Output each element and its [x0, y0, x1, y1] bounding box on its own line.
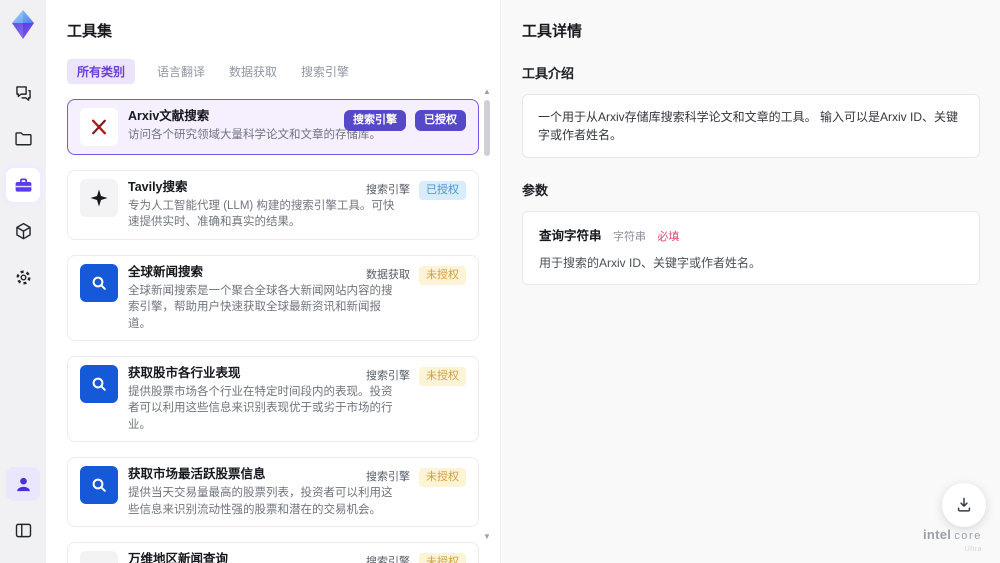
status-badge: 未授权: [419, 553, 466, 563]
tool-card-regional-news[interactable]: 万维地区新闻查询 查询具体行政区划内的新闻，快速了解各地新闻动态 搜索引擎 未授…: [67, 542, 479, 563]
intro-heading: 工具介绍: [522, 66, 575, 81]
tool-list-panel: 工具集 所有类别 语言翻译 数据获取 搜索引擎 Arxiv文献搜索 访问各个研究…: [46, 0, 501, 563]
package-icon: [15, 222, 31, 239]
param-name: 查询字符串: [539, 229, 602, 243]
tab-search-engine[interactable]: 搜索引擎: [299, 59, 351, 84]
tool-card-tavily[interactable]: Tavily搜索 专为人工智能代理 (LLM) 构建的搜索引擎工具。可快速提供实…: [67, 170, 479, 240]
folder-icon: [14, 131, 32, 145]
tool-card-sector-performance[interactable]: 获取股市各行业表现 提供股票市场各个行业在特定时间段内的表现。投资者可以利用这些…: [67, 356, 479, 443]
app-logo: [12, 10, 34, 39]
tool-name: 万维地区新闻查询: [128, 552, 229, 563]
sidebar-item-chat[interactable]: [6, 76, 40, 110]
tool-intro-text: 一个用于从Arxiv存储库搜索科学论文和文章的工具。 输入可以是Arxiv ID…: [522, 94, 980, 158]
tavily-star-icon: [80, 179, 118, 217]
blue-search-icon: [80, 365, 118, 404]
status-badge: 已授权: [415, 110, 466, 131]
category-label: 搜索引擎: [366, 471, 410, 484]
tool-detail-panel: 工具详情 工具介绍 一个用于从Arxiv存储库搜索科学论文和文章的工具。 输入可…: [502, 0, 1000, 563]
tool-description: 全球新闻搜索是一个聚合全球各大新闻网站内容的搜索引擎，帮助用户快速获取全球最新资…: [128, 284, 393, 330]
sidebar-item-files[interactable]: [6, 122, 40, 156]
sidebar-item-settings[interactable]: [6, 260, 40, 294]
panel-toggle-icon: [15, 523, 31, 537]
sidebar-rail: [0, 0, 46, 563]
detail-title: 工具详情: [522, 23, 583, 40]
category-label: 数据获取: [366, 268, 410, 281]
tool-card-arxiv[interactable]: Arxiv文献搜索 访问各个研究领域大量科学论文和文章的存储库。 搜索引擎 已授…: [67, 99, 479, 155]
tool-card-list: Arxiv文献搜索 访问各个研究领域大量科学论文和文章的存储库。 搜索引擎 已授…: [67, 99, 479, 563]
category-tabs: 所有类别 语言翻译 数据获取 搜索引擎: [67, 59, 500, 84]
param-required-flag: 必填: [657, 231, 680, 243]
download-button[interactable]: [942, 483, 986, 527]
status-badge: 未授权: [419, 367, 466, 387]
param-type: 字符串: [612, 231, 646, 243]
blue-search-icon: [80, 466, 118, 505]
params-heading: 参数: [522, 183, 549, 198]
list-scrollbar[interactable]: ▲ ▼: [482, 88, 492, 559]
blue-search-icon: [80, 263, 118, 302]
tab-language-translation[interactable]: 语言翻译: [155, 59, 207, 84]
sidebar-item-account[interactable]: [6, 467, 40, 501]
chat-icon: [15, 85, 31, 101]
status-badge: 已授权: [419, 181, 466, 200]
parameter-card: 查询字符串 字符串 必填 用于搜索的Arxiv ID、关键字或作者姓名。: [522, 211, 980, 285]
user-icon: [16, 477, 30, 491]
intel-core-logo: intel core Ultra: [922, 527, 982, 553]
scroll-up-icon[interactable]: ▲: [483, 88, 491, 96]
status-badge: 未授权: [419, 265, 466, 285]
tool-description: 专为人工智能代理 (LLM) 构建的搜索引擎工具。可快速提供实时、准确和真实的结…: [128, 200, 395, 229]
tab-data-fetch[interactable]: 数据获取: [227, 59, 279, 84]
tool-name: 全球新闻搜索: [128, 264, 204, 279]
download-icon: [957, 497, 971, 512]
arxiv-logo-icon: [80, 108, 118, 146]
tool-description: 提供股票市场各个行业在特定时间段内的表现。投资者可以利用这些信息来识别表现优于或…: [128, 386, 393, 431]
category-label: 搜索引擎: [366, 184, 410, 196]
scroll-down-icon[interactable]: ▼: [483, 533, 491, 541]
status-badge: 未授权: [419, 468, 466, 488]
tool-description: 提供当天交易量最高的股票列表，投资者可以利用这些信息来识别流动性强的股票和潜在的…: [128, 487, 393, 516]
app-window: 工具集 所有类别 语言翻译 数据获取 搜索引擎 Arxiv文献搜索 访问各个研究…: [0, 0, 1000, 563]
category-label: 搜索引擎: [366, 556, 410, 563]
toolbox-icon: [15, 178, 31, 192]
sidebar-item-tools[interactable]: [6, 168, 40, 202]
tool-card-most-active-stocks[interactable]: 获取市场最活跃股票信息 提供当天交易量最高的股票列表，投资者可以利用这些信息来识…: [67, 457, 479, 528]
category-badge: 搜索引擎: [344, 110, 406, 131]
category-label: 搜索引擎: [366, 370, 410, 383]
tool-name: 获取市场最活跃股票信息: [128, 467, 266, 482]
sidebar-item-packages[interactable]: [6, 214, 40, 248]
tool-name: 获取股市各行业表现: [128, 366, 241, 381]
scrollbar-thumb[interactable]: [484, 100, 490, 156]
newspaper-icon: [80, 551, 118, 563]
page-title: 工具集: [67, 23, 113, 40]
tool-card-global-news[interactable]: 全球新闻搜索 全球新闻搜索是一个聚合全球各大新闻网站内容的搜索引擎，帮助用户快速…: [67, 254, 479, 342]
tool-name: Tavily搜索: [128, 180, 188, 194]
sidebar-item-panel-toggle[interactable]: [6, 513, 40, 547]
tab-all-categories[interactable]: 所有类别: [67, 59, 136, 84]
param-description: 用于搜索的Arxiv ID、关键字或作者姓名。: [539, 256, 762, 270]
settings-icon: [16, 270, 30, 284]
